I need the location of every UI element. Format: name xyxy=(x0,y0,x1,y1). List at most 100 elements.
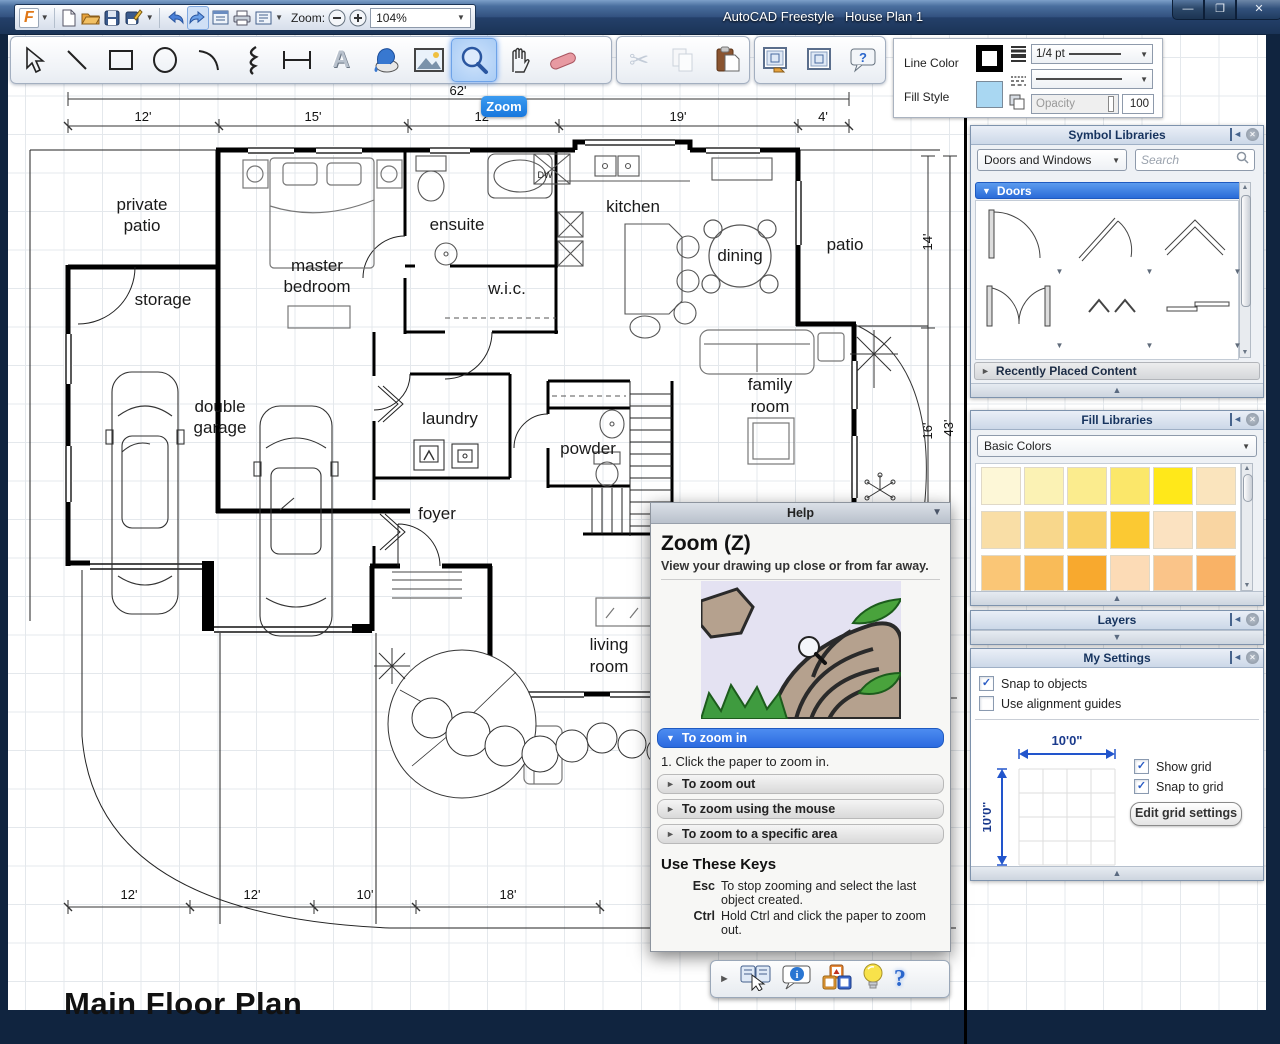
print-icon[interactable] xyxy=(232,7,252,29)
fill-swatch[interactable] xyxy=(1153,467,1193,505)
fill-swatch[interactable] xyxy=(1196,467,1236,505)
door-symbol-double-swing[interactable]: ▼ xyxy=(979,278,1067,348)
close-panel-icon[interactable]: ✕ xyxy=(1246,128,1259,141)
freehand-tool-icon[interactable] xyxy=(231,39,275,81)
fill-libraries-header[interactable]: Fill Libraries ◄✕ xyxy=(971,411,1263,430)
fill-swatch[interactable] xyxy=(1196,511,1236,549)
collapse-panel-icon[interactable]: ◄ xyxy=(1230,128,1242,141)
symbol-search-box[interactable]: Search xyxy=(1135,149,1255,171)
tips-bulb-icon[interactable] xyxy=(862,963,884,996)
snap-to-grid-checkbox[interactable]: ✓ xyxy=(1134,779,1149,794)
help-topics-icon[interactable] xyxy=(740,963,772,996)
help-collapse-caret-icon[interactable]: ▼ xyxy=(932,507,942,518)
panel-collapse-strip[interactable]: ▲ xyxy=(971,383,1263,397)
line-tool-icon[interactable] xyxy=(55,39,99,81)
fill-swatch[interactable] xyxy=(1067,467,1107,505)
line-color-swatch[interactable] xyxy=(976,45,1003,72)
toolbar-expand-icon[interactable]: ► xyxy=(719,973,730,985)
edit-grid-settings-button[interactable]: Edit grid settings xyxy=(1130,802,1242,826)
door-symbol-dropdown-icon[interactable]: ▼ xyxy=(1140,335,1155,346)
doors-section-header[interactable]: ▼ Doors xyxy=(975,182,1251,199)
insert-image-icon[interactable] xyxy=(755,39,798,81)
door-symbol-dropdown-icon[interactable]: ▼ xyxy=(1140,261,1155,272)
cut-tool-icon[interactable]: ✂ xyxy=(617,39,661,81)
help-question-icon[interactable]: ? xyxy=(894,966,906,993)
arc-tool-icon[interactable] xyxy=(187,39,231,81)
fill-scrollbar[interactable]: ▲ ▼ xyxy=(1241,463,1253,591)
zoom-tool-icon[interactable] xyxy=(451,38,497,82)
fill-swatch[interactable] xyxy=(1067,511,1107,549)
help-section-zoom-mouse[interactable]: ► To zoom using the mouse xyxy=(657,799,944,819)
help-section-zoom-area[interactable]: ► To zoom to a specific area xyxy=(657,824,944,844)
save-as-icon[interactable] xyxy=(124,7,144,29)
snap-to-objects-checkbox[interactable]: ✓ xyxy=(979,676,994,691)
undo-icon[interactable] xyxy=(165,7,185,29)
layers-header[interactable]: Layers ◄✕ xyxy=(971,611,1263,630)
text-tool-icon[interactable]: A xyxy=(319,39,363,81)
panel-collapse-strip[interactable]: ▲ xyxy=(971,866,1263,880)
circle-tool-icon[interactable] xyxy=(143,39,187,81)
image-tool-icon[interactable] xyxy=(407,39,451,81)
minimize-button[interactable]: — xyxy=(1172,0,1204,20)
symbol-libraries-header[interactable]: Symbol Libraries ◄✕ xyxy=(971,126,1263,145)
save-caret-icon[interactable]: ▼ xyxy=(146,13,154,22)
door-symbol-dropdown-icon[interactable]: ▼ xyxy=(1228,335,1243,346)
symbol-category-combobox[interactable]: Doors and Windows ▼ xyxy=(977,149,1127,171)
door-symbol-single-swing[interactable]: ▼ xyxy=(979,204,1067,274)
fill-swatch[interactable] xyxy=(1024,511,1064,549)
line-weight-combobox[interactable]: 1/4 pt ▼ xyxy=(1031,44,1153,64)
close-panel-icon[interactable]: ✕ xyxy=(1246,613,1259,626)
eraser-tool-icon[interactable] xyxy=(541,39,585,81)
zoom-level-combobox[interactable]: 104% ▼ xyxy=(370,8,471,28)
fill-swatch[interactable] xyxy=(1196,555,1236,591)
fill-swatch[interactable] xyxy=(1110,467,1150,505)
pan-tool-icon[interactable] xyxy=(497,39,541,81)
close-button[interactable]: ✕ xyxy=(1236,0,1280,20)
door-symbol-double-open[interactable]: ▼ xyxy=(1157,204,1245,274)
app-logo-icon[interactable]: F xyxy=(19,8,39,28)
fill-tool-icon[interactable] xyxy=(363,39,407,81)
collapse-panel-icon[interactable]: ◄ xyxy=(1230,413,1242,426)
line-style-combobox[interactable]: ▼ xyxy=(1031,69,1153,89)
fill-swatch[interactable] xyxy=(1024,555,1064,591)
door-symbol-open-swing[interactable]: ▼ xyxy=(1069,204,1157,274)
fill-swatch[interactable] xyxy=(981,555,1021,591)
maximize-button[interactable]: ❐ xyxy=(1204,0,1236,20)
door-symbol-dropdown-icon[interactable]: ▼ xyxy=(1050,335,1065,346)
help-bubble-icon[interactable]: ? xyxy=(842,39,885,81)
panels-caret-icon[interactable]: ▼ xyxy=(275,13,283,22)
fill-swatch[interactable] xyxy=(1153,511,1193,549)
info-bubble-icon[interactable]: i xyxy=(782,964,812,995)
panel-expand-strip[interactable]: ▼ xyxy=(971,630,1263,644)
search-icon[interactable] xyxy=(1236,151,1249,169)
open-folder-icon[interactable] xyxy=(81,7,101,29)
zoom-out-icon[interactable] xyxy=(327,7,347,29)
opacity-slider-thumb[interactable] xyxy=(1108,96,1114,112)
close-panel-icon[interactable]: ✕ xyxy=(1246,413,1259,426)
fill-swatch[interactable] xyxy=(1110,511,1150,549)
panels-icon[interactable] xyxy=(254,7,274,29)
paste-tool-icon[interactable] xyxy=(705,39,749,81)
fill-category-combobox[interactable]: Basic Colors ▼ xyxy=(977,435,1257,457)
new-document-icon[interactable] xyxy=(60,7,80,29)
help-section-zoom-out[interactable]: ► To zoom out xyxy=(657,774,944,794)
opacity-value-box[interactable]: 100 xyxy=(1122,94,1154,114)
door-symbol-dropdown-icon[interactable]: ▼ xyxy=(1228,261,1243,272)
fill-swatch[interactable] xyxy=(981,467,1021,505)
collapse-panel-icon[interactable]: ◄ xyxy=(1230,651,1242,664)
opacity-field[interactable]: Opacity xyxy=(1031,94,1119,114)
picture-frame-icon[interactable] xyxy=(798,39,841,81)
fill-swatch[interactable] xyxy=(1024,467,1064,505)
fill-swatch[interactable] xyxy=(1110,555,1150,591)
collapse-panel-icon[interactable]: ◄ xyxy=(1230,613,1242,626)
help-popup-header[interactable]: Help ▼ xyxy=(651,503,950,524)
panel-collapse-strip[interactable]: ▲ xyxy=(971,591,1263,605)
close-panel-icon[interactable]: ✕ xyxy=(1246,651,1259,664)
redo-icon[interactable] xyxy=(187,6,209,30)
help-section-zoom-in[interactable]: ▼ To zoom in xyxy=(657,728,944,748)
door-symbol-sliding[interactable]: ▼ xyxy=(1157,278,1245,348)
show-grid-checkbox[interactable]: ✓ xyxy=(1134,759,1149,774)
rectangle-tool-icon[interactable] xyxy=(99,39,143,81)
fill-swatch[interactable] xyxy=(1153,555,1193,591)
properties-icon[interactable] xyxy=(211,7,231,29)
